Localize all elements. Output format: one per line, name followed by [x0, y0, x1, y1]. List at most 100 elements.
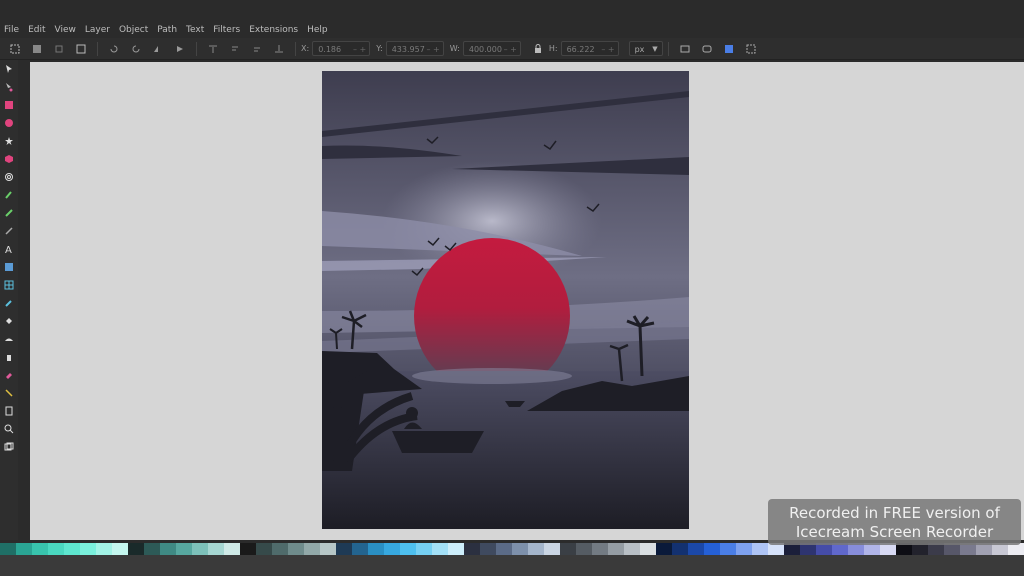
select-all-icon[interactable]: [8, 42, 22, 56]
artwork-sunset-illustration[interactable]: [322, 71, 689, 529]
raise-to-top-icon[interactable]: [206, 42, 220, 56]
height-field[interactable]: 66.222 – +: [560, 41, 619, 57]
menu-object[interactable]: Object: [119, 25, 148, 35]
palette-swatch[interactable]: [176, 543, 192, 555]
gradient-icon[interactable]: [0, 258, 18, 276]
palette-swatch[interactable]: [432, 543, 448, 555]
x-field[interactable]: 0.186 – +: [312, 41, 371, 57]
menu-edit[interactable]: Edit: [28, 25, 45, 35]
palette-swatch[interactable]: [320, 543, 336, 555]
rotate-ccw-icon[interactable]: [107, 42, 121, 56]
palette-swatch[interactable]: [240, 543, 256, 555]
mesh-icon[interactable]: [0, 276, 18, 294]
flip-horizontal-icon[interactable]: [151, 42, 165, 56]
connector-icon[interactable]: [0, 384, 18, 402]
dropper-icon[interactable]: [0, 294, 18, 312]
menu-filters[interactable]: Filters: [213, 25, 240, 35]
select-icon[interactable]: [0, 60, 18, 78]
palette-swatch[interactable]: [80, 543, 96, 555]
palette-swatch[interactable]: [736, 543, 752, 555]
palette-swatch[interactable]: [96, 543, 112, 555]
pen-icon[interactable]: [0, 186, 18, 204]
menu-file[interactable]: File: [4, 25, 19, 35]
rotate-cw-icon[interactable]: [129, 42, 143, 56]
palette-swatch[interactable]: [16, 543, 32, 555]
pencil-icon[interactable]: [0, 204, 18, 222]
palette-swatch[interactable]: [160, 543, 176, 555]
flip-vertical-icon[interactable]: [173, 42, 187, 56]
menu-text[interactable]: Text: [186, 25, 204, 35]
move-gradients-icon[interactable]: [722, 42, 736, 56]
rectangle-icon[interactable]: [0, 96, 18, 114]
palette-swatch[interactable]: [528, 543, 544, 555]
width-field[interactable]: 400.000– +: [462, 41, 521, 57]
palette-swatch[interactable]: [272, 543, 288, 555]
palette-swatch[interactable]: [688, 543, 704, 555]
x-spinner-icon[interactable]: – +: [353, 42, 366, 57]
palette-swatch[interactable]: [656, 543, 672, 555]
palette-swatch[interactable]: [496, 543, 512, 555]
palette-swatch[interactable]: [336, 543, 352, 555]
palette-swatch[interactable]: [544, 543, 560, 555]
paint-bucket-icon[interactable]: [0, 312, 18, 330]
palette-swatch[interactable]: [352, 543, 368, 555]
menu-path[interactable]: Path: [157, 25, 177, 35]
star-icon[interactable]: [0, 132, 18, 150]
palette-swatch[interactable]: [400, 543, 416, 555]
y-field[interactable]: 433.957– +: [385, 41, 444, 57]
palette-swatch[interactable]: [208, 543, 224, 555]
palette-swatch[interactable]: [464, 543, 480, 555]
menu-layer[interactable]: Layer: [85, 25, 110, 35]
palette-swatch[interactable]: [224, 543, 240, 555]
node-edit-icon[interactable]: [0, 78, 18, 96]
palette-swatch[interactable]: [192, 543, 208, 555]
palette-swatch[interactable]: [624, 543, 640, 555]
scale-corners-icon[interactable]: [700, 42, 714, 56]
palette-swatch[interactable]: [672, 543, 688, 555]
palette-swatch[interactable]: [368, 543, 384, 555]
palette-swatch[interactable]: [256, 543, 272, 555]
3d-box-icon[interactable]: [0, 150, 18, 168]
menu-extensions[interactable]: Extensions: [249, 25, 298, 35]
circle-icon[interactable]: [0, 114, 18, 132]
spray-icon[interactable]: [0, 348, 18, 366]
palette-swatch[interactable]: [384, 543, 400, 555]
eraser-icon[interactable]: [0, 366, 18, 384]
select-all-layers-icon[interactable]: [30, 42, 44, 56]
palette-swatch[interactable]: [480, 543, 496, 555]
text-icon[interactable]: A: [0, 240, 18, 258]
pages-icon[interactable]: [0, 402, 18, 420]
lock-ratio-icon[interactable]: [531, 42, 545, 56]
palette-swatch[interactable]: [64, 543, 80, 555]
raise-icon[interactable]: [228, 42, 242, 56]
palette-swatch[interactable]: [448, 543, 464, 555]
palette-swatch[interactable]: [144, 543, 160, 555]
tweak-icon[interactable]: [0, 330, 18, 348]
palette-swatch[interactable]: [48, 543, 64, 555]
palette-swatch[interactable]: [304, 543, 320, 555]
spiral-icon[interactable]: [0, 168, 18, 186]
unit-select[interactable]: px ▼: [628, 41, 663, 56]
palette-swatch[interactable]: [288, 543, 304, 555]
palette-swatch[interactable]: [640, 543, 656, 555]
deselect-icon[interactable]: [52, 42, 66, 56]
scale-stroke-icon[interactable]: [678, 42, 692, 56]
palette-swatch[interactable]: [128, 543, 144, 555]
transform-icon[interactable]: [74, 42, 88, 56]
measure-icon[interactable]: [0, 438, 18, 456]
y-spinner-icon[interactable]: – +: [426, 42, 439, 57]
calligraphy-icon[interactable]: [0, 222, 18, 240]
lower-to-bottom-icon[interactable]: [272, 42, 286, 56]
menu-view[interactable]: View: [55, 25, 76, 35]
palette-swatch[interactable]: [720, 543, 736, 555]
palette-swatch[interactable]: [704, 543, 720, 555]
palette-swatch[interactable]: [416, 543, 432, 555]
move-patterns-icon[interactable]: [744, 42, 758, 56]
palette-swatch[interactable]: [752, 543, 768, 555]
menu-help[interactable]: Help: [307, 25, 328, 35]
palette-swatch[interactable]: [592, 543, 608, 555]
palette-swatch[interactable]: [608, 543, 624, 555]
w-spinner-icon[interactable]: – +: [504, 42, 517, 57]
h-spinner-icon[interactable]: – +: [601, 42, 614, 57]
palette-swatch[interactable]: [560, 543, 576, 555]
